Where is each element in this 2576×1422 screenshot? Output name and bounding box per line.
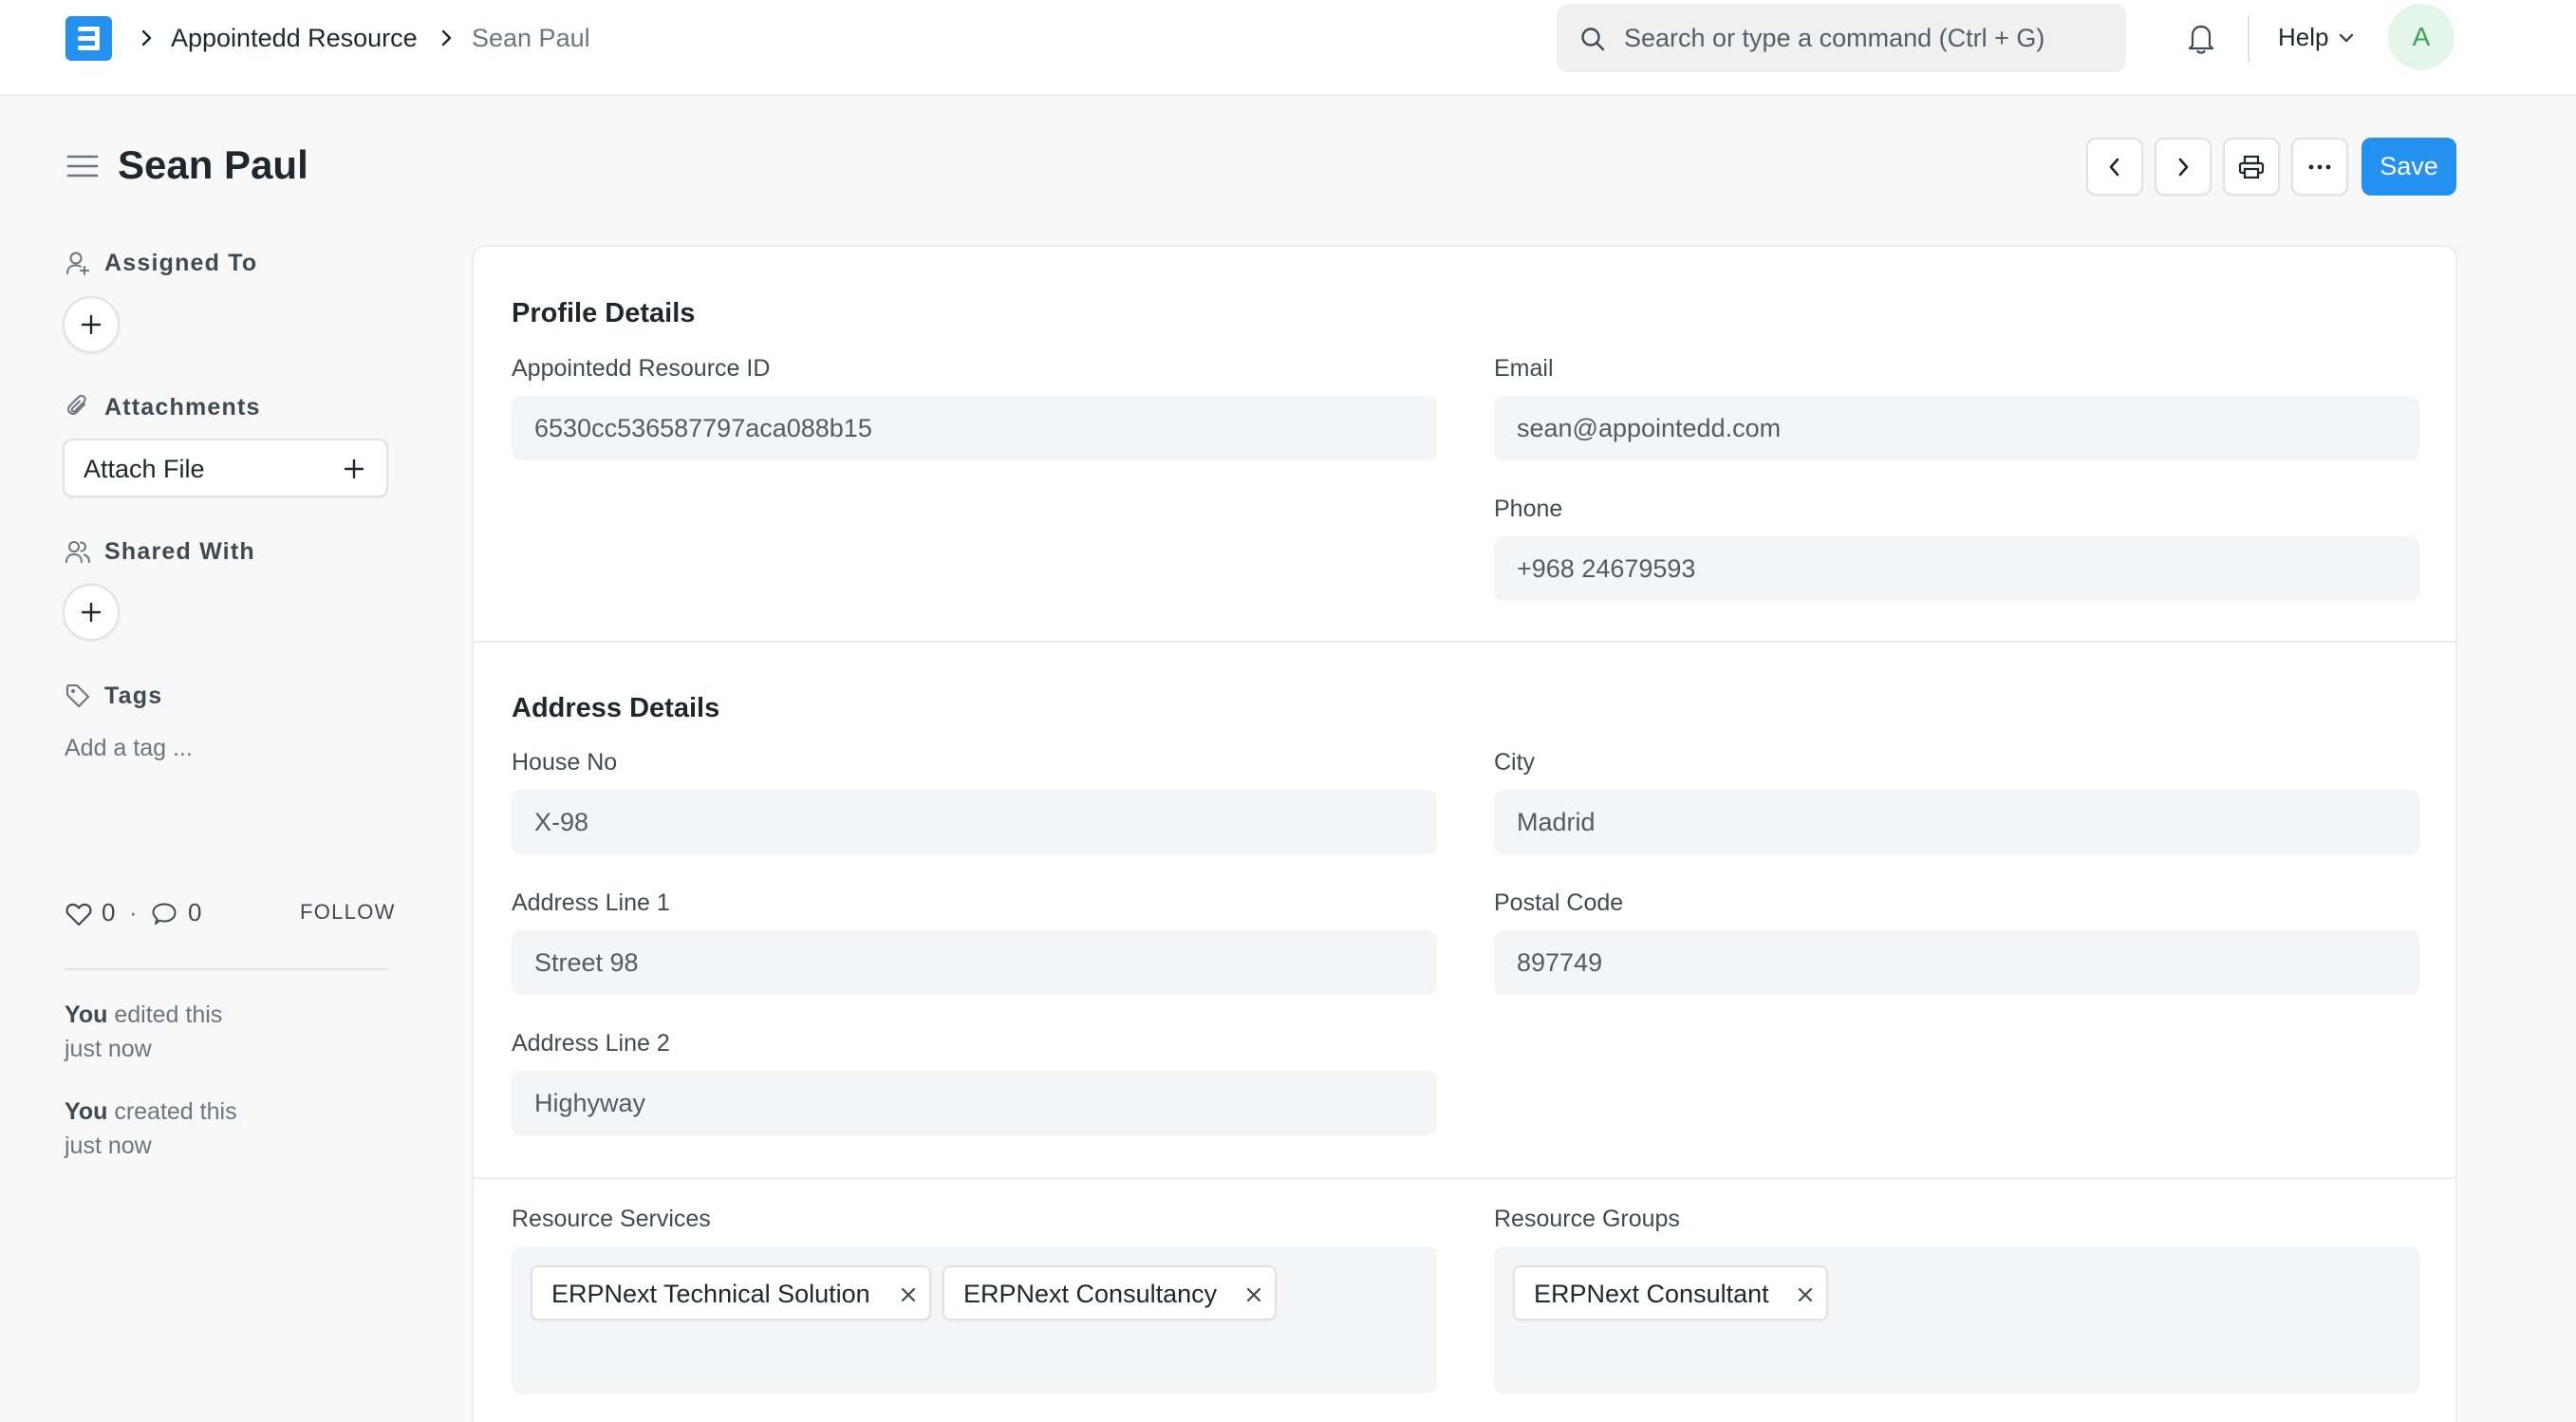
chevron-right-icon [2178, 158, 2189, 176]
resource-id-value: 6530cc536587797aca088b15 [534, 414, 872, 442]
activity-actor: You [65, 1098, 108, 1125]
service-pill: ERPNext Technical Solution [531, 1265, 931, 1320]
house-no-label: House No [512, 749, 618, 776]
city-label: City [1494, 749, 1536, 776]
resource-services-label: Resource Services [512, 1206, 711, 1232]
address-line2-field[interactable]: Highyway [512, 1071, 1437, 1135]
tags-label: Tags [104, 683, 163, 709]
resource-services-field[interactable]: ERPNext Technical Solution ERPNext Consu… [512, 1246, 1437, 1394]
house-no-field[interactable]: X-98 [512, 790, 1437, 854]
form-card: Profile Details Appointedd Resource ID 6… [472, 245, 2457, 1422]
email-value: sean@appointedd.com [1517, 414, 1782, 442]
like-count: 0 [102, 898, 116, 926]
resource-groups-field[interactable]: ERPNext Consultant [1494, 1246, 2419, 1394]
chevron-right-icon [441, 29, 452, 47]
comment-count: 0 [188, 898, 202, 926]
assign-button[interactable] [63, 296, 120, 353]
help-menu[interactable]: Help [2278, 21, 2328, 53]
phone-field[interactable]: +968 24679593 [1494, 536, 2419, 601]
house-no-value: X-98 [534, 808, 589, 836]
service-pill-label: ERPNext Consultancy [963, 1280, 1218, 1308]
email-field[interactable]: sean@appointedd.com [1494, 396, 2419, 460]
paperclip-icon [67, 394, 86, 415]
attach-file-button[interactable]: Attach File [63, 439, 388, 497]
hamburger-icon[interactable] [66, 152, 99, 180]
follow-button[interactable]: FOLLOW [300, 898, 396, 926]
previous-record-button[interactable] [2086, 138, 2143, 196]
group-pill: ERPNext Consultant [1513, 1265, 1828, 1320]
bell-icon[interactable] [2185, 21, 2217, 55]
group-pill-label: ERPNext Consultant [1534, 1280, 1769, 1308]
assigned-to-label: Assigned To [104, 250, 258, 276]
share-button[interactable] [63, 584, 120, 641]
print-button[interactable] [2223, 138, 2280, 196]
city-field[interactable]: Madrid [1494, 790, 2419, 854]
phone-label: Phone [1494, 496, 1563, 522]
city-value: Madrid [1517, 808, 1596, 836]
address-line2-label: Address Line 2 [512, 1030, 670, 1057]
activity-action: edited this [114, 1001, 223, 1028]
shared-with-label: Shared With [104, 538, 255, 565]
resource-id-field[interactable]: 6530cc536587797aca088b15 [512, 396, 1437, 460]
close-icon[interactable] [899, 1285, 918, 1304]
app-logo-icon[interactable] [65, 16, 112, 61]
chevron-right-icon [141, 29, 152, 47]
attach-file-label: Attach File [84, 455, 205, 483]
activity-edited: You edited this just now [65, 998, 311, 1066]
tag-icon [66, 684, 89, 707]
user-plus-icon [66, 252, 89, 275]
chevron-left-icon [2109, 158, 2119, 176]
activity-action: created this [114, 1098, 237, 1125]
search-placeholder: Search or type a command (Ctrl + G) [1624, 24, 2045, 52]
activity-time: just now [65, 1132, 152, 1159]
more-icon [2308, 164, 2331, 169]
comment-icon[interactable] [150, 901, 178, 927]
address-line1-field[interactable]: Street 98 [512, 930, 1437, 995]
activity-time: just now [65, 1036, 152, 1062]
attachments-label: Attachments [104, 394, 261, 421]
plus-icon [344, 458, 364, 479]
postal-code-label: Postal Code [1494, 889, 1624, 916]
breadcrumb-appointedd-resource[interactable]: Appointedd Resource [171, 21, 418, 55]
section-divider [474, 1177, 2455, 1179]
save-button[interactable]: Save [2361, 138, 2456, 196]
navbar-divider [2248, 15, 2249, 63]
next-record-button[interactable] [2155, 138, 2212, 196]
address-line1-label: Address Line 1 [512, 889, 670, 916]
address-details-title: Address Details [512, 693, 720, 723]
activity-created: You created this just now [65, 1095, 311, 1163]
chevron-down-icon[interactable] [2337, 30, 2356, 46]
printer-icon [2238, 155, 2265, 178]
phone-value: +968 24679593 [1517, 554, 1696, 583]
activity-actor: You [65, 1001, 108, 1028]
plus-icon [81, 602, 102, 623]
more-actions-button[interactable] [2291, 138, 2348, 196]
postal-code-field[interactable]: 897749 [1494, 930, 2419, 995]
navbar: Appointedd Resource Sean Paul Search or … [0, 0, 2576, 96]
address-line2-value: Highyway [534, 1089, 646, 1117]
resource-id-label: Appointedd Resource ID [512, 355, 771, 382]
service-pill: ERPNext Consultancy [943, 1265, 1277, 1320]
profile-details-title: Profile Details [512, 298, 696, 328]
breadcrumb-current-record[interactable]: Sean Paul [472, 21, 590, 55]
section-divider [474, 641, 2455, 643]
service-pill-label: ERPNext Technical Solution [551, 1280, 870, 1308]
separator-dot: · [129, 898, 138, 926]
address-line1-value: Street 98 [534, 948, 639, 977]
search-icon [1581, 28, 1605, 51]
avatar[interactable]: A [2388, 4, 2455, 70]
search-input[interactable]: Search or type a command (Ctrl + G) [1557, 4, 2126, 72]
add-tag-input[interactable]: Add a tag ... [65, 733, 193, 763]
postal-code-value: 897749 [1517, 948, 1603, 977]
close-icon[interactable] [1244, 1285, 1263, 1304]
close-icon[interactable] [1796, 1285, 1815, 1304]
users-icon [65, 541, 90, 563]
page-title: Sean Paul [118, 142, 308, 187]
email-label: Email [1494, 355, 1554, 382]
resource-groups-label: Resource Groups [1494, 1206, 1680, 1232]
plus-icon [81, 314, 102, 335]
sidebar-divider [65, 968, 388, 970]
heart-icon[interactable] [65, 901, 93, 927]
